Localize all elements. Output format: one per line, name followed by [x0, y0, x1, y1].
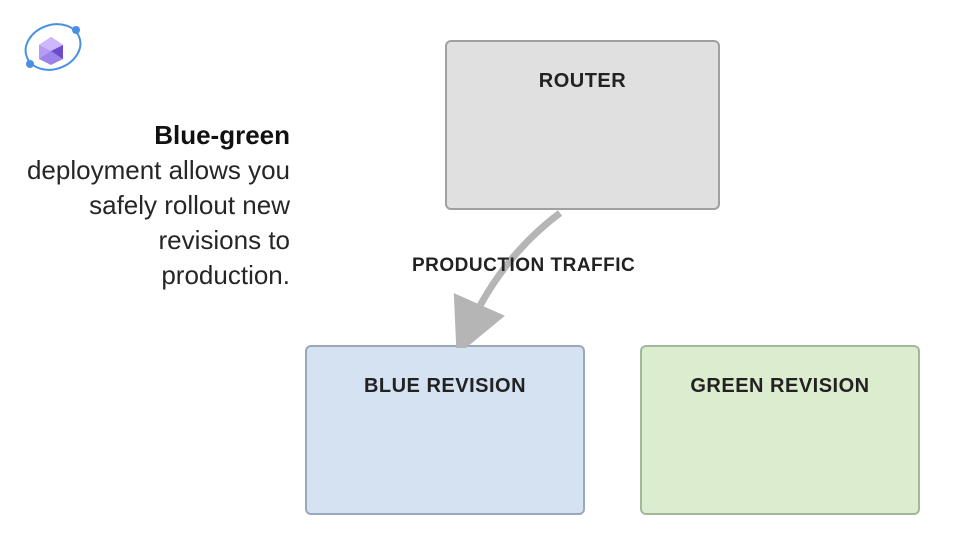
- router-label: ROUTER: [539, 70, 626, 93]
- green-revision-box: GREEN REVISION: [640, 345, 920, 515]
- blue-revision-label: BLUE REVISION: [364, 375, 526, 398]
- container-apps-icon: [18, 12, 88, 82]
- description-text: Blue-green deployment allows you safely …: [25, 118, 290, 293]
- router-box: ROUTER: [445, 40, 720, 210]
- description-rest: deployment allows you safely rollout new…: [27, 155, 290, 290]
- green-revision-label: GREEN REVISION: [690, 375, 869, 398]
- production-traffic-label: PRODUCTION TRAFFIC: [412, 255, 635, 277]
- description-bold: Blue-green: [154, 120, 290, 150]
- production-traffic-arrow: [450, 208, 580, 348]
- blue-revision-box: BLUE REVISION: [305, 345, 585, 515]
